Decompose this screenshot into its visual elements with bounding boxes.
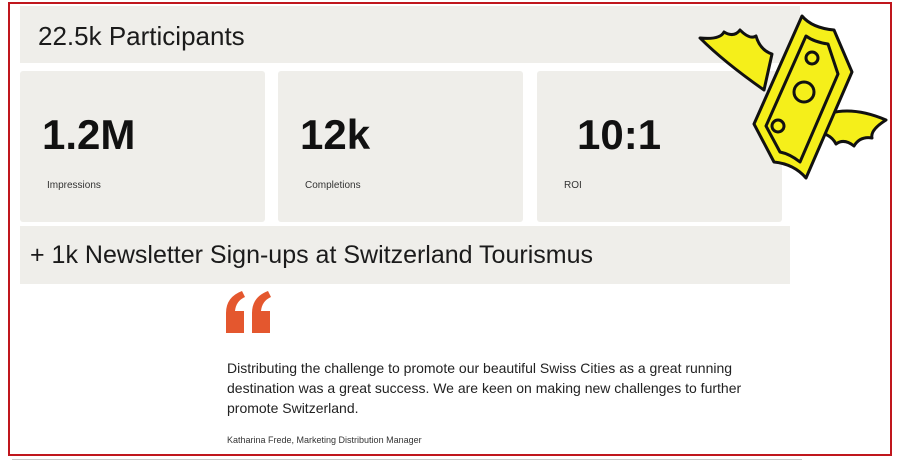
metric-value: 12k bbox=[300, 111, 371, 158]
participants-banner: 22.5k Participants bbox=[20, 6, 800, 63]
divider bbox=[12, 459, 802, 460]
metric-card-impressions: 1.2M Impressions bbox=[20, 71, 265, 222]
newsletter-banner: + 1k Newsletter Sign-ups at Switzerland … bbox=[20, 226, 790, 284]
metric-card-completions: 12k Completions bbox=[278, 71, 523, 222]
testimonial-author: Katharina Frede, Marketing Distribution … bbox=[227, 435, 422, 445]
metric-value: 1.2M bbox=[42, 111, 136, 158]
testimonial-quote: Distributing the challenge to promote ou… bbox=[227, 360, 742, 416]
metric-label: ROI bbox=[564, 180, 582, 191]
participants-text: 22.5k Participants bbox=[38, 21, 245, 51]
flying-money-icon bbox=[698, 14, 888, 180]
quote-mark-icon bbox=[226, 291, 271, 333]
metric-label: Completions bbox=[305, 180, 361, 191]
metric-label: Impressions bbox=[47, 180, 101, 191]
newsletter-text: + 1k Newsletter Sign-ups at Switzerland … bbox=[30, 241, 593, 269]
metric-value: 10:1 bbox=[577, 111, 662, 158]
